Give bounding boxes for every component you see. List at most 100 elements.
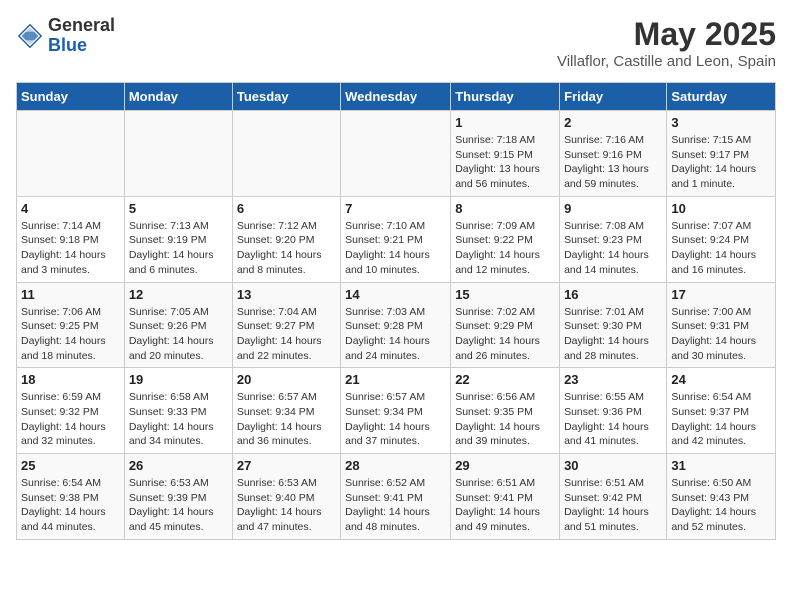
day-cell	[341, 111, 451, 197]
day-info: Sunrise: 7:10 AMSunset: 9:21 PMDaylight:…	[345, 219, 446, 278]
day-cell: 29 Sunrise: 6:51 AMSunset: 9:41 PMDayligh…	[451, 454, 560, 540]
day-number: 24	[671, 372, 771, 387]
day-info: Sunrise: 7:13 AMSunset: 9:19 PMDaylight:…	[129, 219, 228, 278]
day-cell: 16 Sunrise: 7:01 AMSunset: 9:30 PMDayligh…	[560, 282, 667, 368]
day-info: Sunrise: 7:14 AMSunset: 9:18 PMDaylight:…	[21, 219, 120, 278]
day-info: Sunrise: 6:51 AMSunset: 9:41 PMDaylight:…	[455, 476, 555, 535]
day-cell: 2Sunrise: 7:16 AMSunset: 9:16 PMDaylight…	[560, 111, 667, 197]
day-number: 31	[671, 458, 771, 473]
day-cell: 11Sunrise: 7:06 AMSunset: 9:25 PMDayligh…	[17, 282, 125, 368]
day-cell	[232, 111, 340, 197]
logo-icon	[16, 22, 44, 50]
header-cell-sunday: Sunday	[17, 83, 125, 111]
day-cell: 8 Sunrise: 7:09 AMSunset: 9:22 PMDaylight…	[451, 196, 560, 282]
day-info: Sunrise: 7:02 AMSunset: 9:29 PMDaylight:…	[455, 305, 555, 364]
day-cell: 20Sunrise: 6:57 AMSunset: 9:34 PMDayligh…	[232, 368, 340, 454]
day-info: Sunrise: 7:18 AMSunset: 9:15 PMDaylight:…	[455, 133, 555, 192]
header-cell-friday: Friday	[560, 83, 667, 111]
day-cell: 15 Sunrise: 7:02 AMSunset: 9:29 PMDayligh…	[451, 282, 560, 368]
day-info: Sunrise: 7:01 AMSunset: 9:30 PMDaylight:…	[564, 305, 662, 364]
day-number: 2	[564, 115, 662, 130]
week-row-1: 1 Sunrise: 7:18 AMSunset: 9:15 PMDaylight…	[17, 111, 776, 197]
day-number: 13	[237, 287, 336, 302]
day-cell: 1 Sunrise: 7:18 AMSunset: 9:15 PMDaylight…	[451, 111, 560, 197]
day-info: Sunrise: 6:54 AMSunset: 9:38 PMDaylight:…	[21, 476, 120, 535]
day-number: 10	[671, 201, 771, 216]
day-cell: 23 Sunrise: 6:55 AMSunset: 9:36 PMDayligh…	[560, 368, 667, 454]
day-cell: 28 Sunrise: 6:52 AMSunset: 9:41 PMDayligh…	[341, 454, 451, 540]
day-cell: 17Sunrise: 7:00 AMSunset: 9:31 PMDayligh…	[667, 282, 776, 368]
day-cell	[124, 111, 232, 197]
day-info: Sunrise: 7:08 AMSunset: 9:23 PMDaylight:…	[564, 219, 662, 278]
day-number: 22	[455, 372, 555, 387]
header-cell-thursday: Thursday	[451, 83, 560, 111]
week-row-4: 18 Sunrise: 6:59 AMSunset: 9:32 PMDayligh…	[17, 368, 776, 454]
day-info: Sunrise: 6:56 AMSunset: 9:35 PMDaylight:…	[455, 390, 555, 449]
title-block: May 2025 Villaflor, Castille and Leon, S…	[557, 16, 776, 70]
day-number: 30	[564, 458, 662, 473]
day-number: 6	[237, 201, 336, 216]
day-info: Sunrise: 6:55 AMSunset: 9:36 PMDaylight:…	[564, 390, 662, 449]
day-number: 29	[455, 458, 555, 473]
day-info: Sunrise: 7:00 AMSunset: 9:31 PMDaylight:…	[671, 305, 771, 364]
day-info: Sunrise: 6:51 AMSunset: 9:42 PMDaylight:…	[564, 476, 662, 535]
day-info: Sunrise: 6:52 AMSunset: 9:41 PMDaylight:…	[345, 476, 446, 535]
day-cell: 21 Sunrise: 6:57 AMSunset: 9:34 PMDayligh…	[341, 368, 451, 454]
day-cell: 24Sunrise: 6:54 AMSunset: 9:37 PMDayligh…	[667, 368, 776, 454]
subtitle: Villaflor, Castille and Leon, Spain	[557, 53, 776, 70]
day-cell: 27 Sunrise: 6:53 AMSunset: 9:40 PMDayligh…	[232, 454, 340, 540]
day-number: 7	[345, 201, 446, 216]
day-number: 27	[237, 458, 336, 473]
day-cell: 26 Sunrise: 6:53 AMSunset: 9:39 PMDayligh…	[124, 454, 232, 540]
header-cell-wednesday: Wednesday	[341, 83, 451, 111]
day-cell: 22 Sunrise: 6:56 AMSunset: 9:35 PMDayligh…	[451, 368, 560, 454]
day-number: 16	[564, 287, 662, 302]
day-number: 9	[564, 201, 662, 216]
day-number: 14	[345, 287, 446, 302]
logo-text: General Blue	[48, 16, 115, 56]
day-number: 28	[345, 458, 446, 473]
day-info: Sunrise: 7:04 AMSunset: 9:27 PMDaylight:…	[237, 305, 336, 364]
day-cell: 7 Sunrise: 7:10 AMSunset: 9:21 PMDaylight…	[341, 196, 451, 282]
calendar-header: SundayMondayTuesdayWednesdayThursdayFrid…	[17, 83, 776, 111]
day-number: 15	[455, 287, 555, 302]
day-cell: 5 Sunrise: 7:13 AMSunset: 9:19 PMDaylight…	[124, 196, 232, 282]
day-cell: 6 Sunrise: 7:12 AMSunset: 9:20 PMDaylight…	[232, 196, 340, 282]
day-info: Sunrise: 6:57 AMSunset: 9:34 PMDaylight:…	[237, 390, 336, 449]
day-number: 18	[21, 372, 120, 387]
day-cell: 3Sunrise: 7:15 AMSunset: 9:17 PMDaylight…	[667, 111, 776, 197]
day-cell: 25Sunrise: 6:54 AMSunset: 9:38 PMDayligh…	[17, 454, 125, 540]
day-info: Sunrise: 7:12 AMSunset: 9:20 PMDaylight:…	[237, 219, 336, 278]
day-cell	[17, 111, 125, 197]
day-cell: 30 Sunrise: 6:51 AMSunset: 9:42 PMDayligh…	[560, 454, 667, 540]
day-number: 26	[129, 458, 228, 473]
day-info: Sunrise: 7:05 AMSunset: 9:26 PMDaylight:…	[129, 305, 228, 364]
week-row-2: 4Sunrise: 7:14 AMSunset: 9:18 PMDaylight…	[17, 196, 776, 282]
day-info: Sunrise: 7:07 AMSunset: 9:24 PMDaylight:…	[671, 219, 771, 278]
day-cell: 10 Sunrise: 7:07 AMSunset: 9:24 PMDayligh…	[667, 196, 776, 282]
day-info: Sunrise: 7:09 AMSunset: 9:22 PMDaylight:…	[455, 219, 555, 278]
day-number: 5	[129, 201, 228, 216]
day-cell: 9 Sunrise: 7:08 AMSunset: 9:23 PMDaylight…	[560, 196, 667, 282]
logo-blue-text: Blue	[48, 36, 115, 56]
calendar-body: 1 Sunrise: 7:18 AMSunset: 9:15 PMDaylight…	[17, 111, 776, 540]
day-info: Sunrise: 7:03 AMSunset: 9:28 PMDaylight:…	[345, 305, 446, 364]
day-number: 1	[455, 115, 555, 130]
day-cell: 18 Sunrise: 6:59 AMSunset: 9:32 PMDayligh…	[17, 368, 125, 454]
logo: General Blue	[16, 16, 115, 56]
day-cell: 12Sunrise: 7:05 AMSunset: 9:26 PMDayligh…	[124, 282, 232, 368]
day-info: Sunrise: 6:58 AMSunset: 9:33 PMDaylight:…	[129, 390, 228, 449]
header-cell-tuesday: Tuesday	[232, 83, 340, 111]
day-cell: 4Sunrise: 7:14 AMSunset: 9:18 PMDaylight…	[17, 196, 125, 282]
header-cell-saturday: Saturday	[667, 83, 776, 111]
day-info: Sunrise: 6:53 AMSunset: 9:40 PMDaylight:…	[237, 476, 336, 535]
page-header: General Blue May 2025 Villaflor, Castill…	[16, 16, 776, 70]
day-info: Sunrise: 6:59 AMSunset: 9:32 PMDaylight:…	[21, 390, 120, 449]
day-number: 8	[455, 201, 555, 216]
day-info: Sunrise: 6:57 AMSunset: 9:34 PMDaylight:…	[345, 390, 446, 449]
day-number: 21	[345, 372, 446, 387]
day-info: Sunrise: 6:53 AMSunset: 9:39 PMDaylight:…	[129, 476, 228, 535]
day-info: Sunrise: 6:50 AMSunset: 9:43 PMDaylight:…	[671, 476, 771, 535]
day-cell: 19Sunrise: 6:58 AMSunset: 9:33 PMDayligh…	[124, 368, 232, 454]
day-number: 23	[564, 372, 662, 387]
